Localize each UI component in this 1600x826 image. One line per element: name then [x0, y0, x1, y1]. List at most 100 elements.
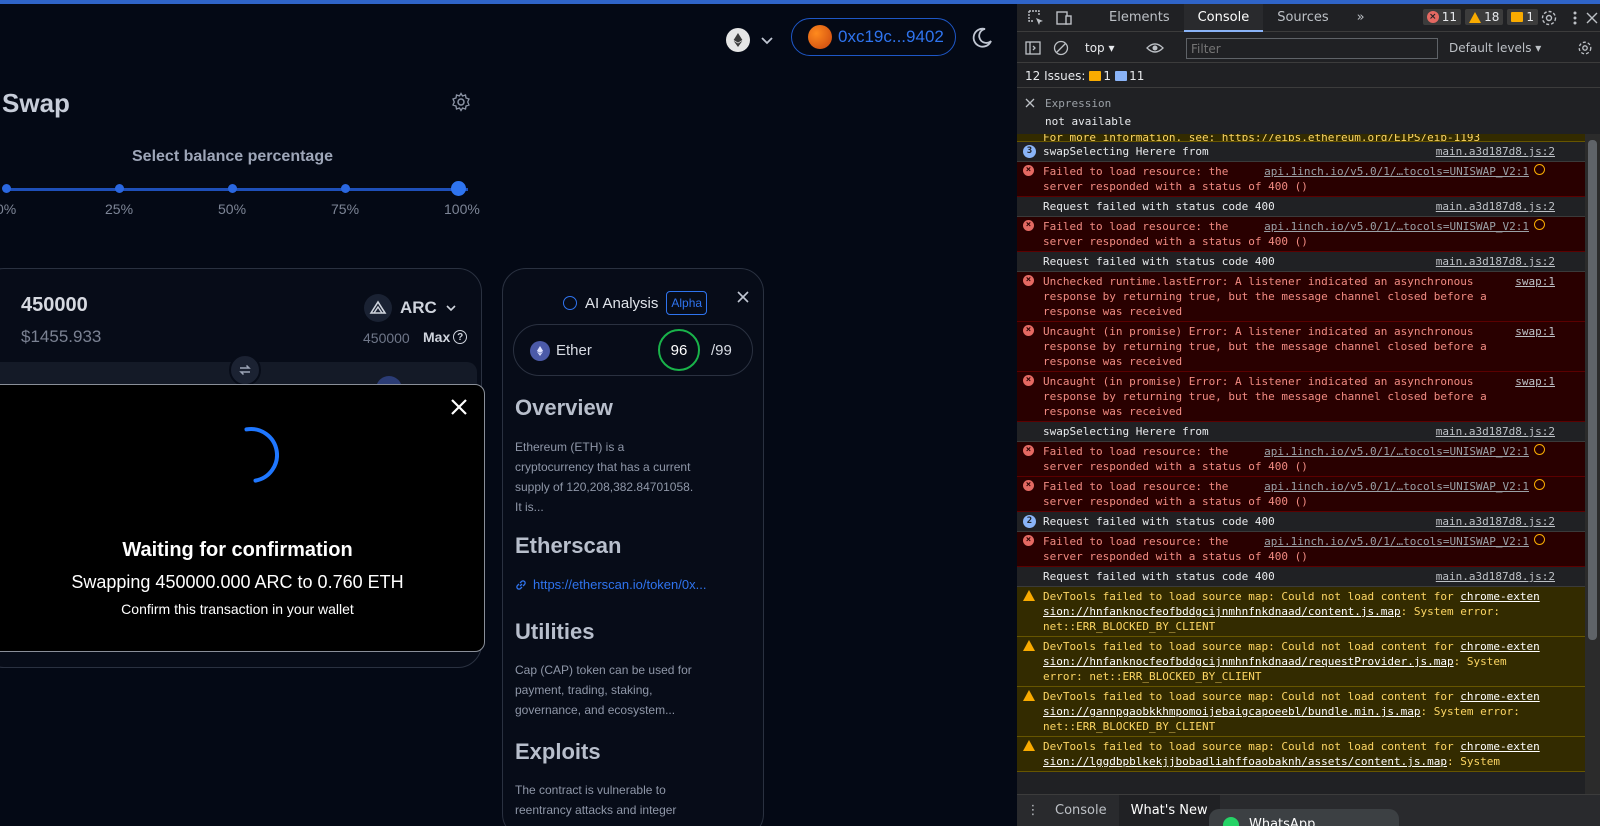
tab-console[interactable]: Console — [1183, 4, 1264, 32]
console-row[interactable]: Request failed with status code 400 main.… — [1017, 567, 1585, 587]
kebab-menu-icon[interactable] — [1568, 9, 1582, 27]
console-row[interactable]: × api.1inch.io/v5.0/1/…tocols=UNISWAP_V2… — [1017, 532, 1585, 567]
context-selector[interactable]: top ▾ — [1085, 41, 1115, 55]
source-link[interactable]: main.a3d187d8.js:2 — [1436, 199, 1555, 214]
source-link[interactable]: main.a3d187d8.js:2 — [1436, 514, 1555, 529]
network-panel-icon[interactable] — [1534, 444, 1545, 455]
tab-elements[interactable]: Elements — [1095, 4, 1184, 32]
ai-token-score: Ether 96 /99 — [513, 324, 753, 376]
balance-slider-track[interactable] — [6, 188, 468, 191]
resource-url[interactable]: api.1inch.io/v5.0/1/…tocols=UNISWAP_V2:1 — [1264, 444, 1529, 459]
slider-stop-100[interactable] — [451, 181, 466, 196]
notification-title: WhatsApp — [1249, 817, 1316, 826]
close-icon[interactable] — [736, 290, 750, 304]
console-row[interactable]: × api.1inch.io/v5.0/1/…tocols=UNISWAP_V2… — [1017, 477, 1585, 512]
slider-stop-25[interactable] — [115, 184, 124, 193]
scrollbar-thumb[interactable] — [1588, 140, 1597, 640]
etherscan-title: Etherscan — [515, 533, 622, 558]
console-row[interactable]: × Uncaught (in promise) Error: A listener… — [1017, 372, 1585, 422]
warning-icon — [1469, 11, 1482, 23]
warning-counter[interactable]: 18 — [1465, 9, 1504, 25]
console-row[interactable]: swapSelecting Herere from main.a3d187d8.j… — [1017, 422, 1585, 442]
console-row[interactable]: DevTools failed to load source map: Coul… — [1017, 687, 1585, 737]
source-link[interactable]: main.a3d187d8.js:2 — [1436, 254, 1555, 269]
console-row[interactable]: × api.1inch.io/v5.0/1/…tocols=UNISWAP_V2… — [1017, 442, 1585, 477]
whatsapp-notification[interactable]: WhatsApp — [1209, 809, 1399, 826]
etherscan-link[interactable]: https://etherscan.io/token/0x... — [515, 577, 706, 592]
resource-url[interactable]: api.1inch.io/v5.0/1/…tocols=UNISWAP_V2:1 — [1264, 534, 1529, 549]
issues-warn-chip[interactable]: 1 — [1089, 69, 1111, 83]
sidebar-toggle-icon[interactable] — [1025, 40, 1041, 56]
confirmation-modal: Waiting for confirmation Swapping 450000… — [0, 384, 485, 652]
drawer-tab-console[interactable]: Console — [1043, 795, 1119, 826]
console-row[interactable]: × Unchecked runtime.lastError: A listener… — [1017, 272, 1585, 322]
devtools-settings-icon[interactable] — [1540, 9, 1558, 27]
warning-icon — [1023, 690, 1035, 701]
source-link[interactable]: swap:1 — [1515, 274, 1555, 289]
resource-url[interactable]: api.1inch.io/v5.0/1/…tocols=UNISWAP_V2:1 — [1264, 479, 1529, 494]
slider-label-75: 75% — [331, 201, 360, 217]
issues-info-chip[interactable]: 11 — [1115, 69, 1144, 83]
network-panel-icon[interactable] — [1534, 479, 1545, 490]
inspect-element-icon[interactable] — [1027, 9, 1045, 27]
wallet-address-button[interactable]: 0xc19c...9402 — [791, 18, 956, 56]
swap-direction-button[interactable] — [229, 354, 261, 386]
network-panel-icon[interactable] — [1534, 534, 1545, 545]
console-row[interactable]: Request failed with status code 400 main.… — [1017, 252, 1585, 272]
log-levels-dropdown[interactable]: Default levels ▾ — [1449, 41, 1541, 55]
console-row[interactable]: × api.1inch.io/v5.0/1/…tocols=UNISWAP_V2… — [1017, 162, 1585, 197]
console-settings-icon[interactable] — [1577, 40, 1593, 56]
error-counter[interactable]: × 11 — [1422, 9, 1462, 25]
kebab-menu-icon[interactable]: ⋮ — [1023, 803, 1043, 818]
help-icon[interactable]: ? — [453, 330, 468, 344]
issues-bar[interactable]: 12 Issues: 1 11 — [1017, 64, 1600, 88]
console-row[interactable]: 3 swapSelecting Herere from main.a3d187d8.… — [1017, 142, 1585, 162]
error-icon: × — [1023, 480, 1034, 491]
info-counter[interactable]: 1 — [1507, 9, 1538, 25]
source-link[interactable]: swap:1 — [1515, 374, 1555, 389]
console-row[interactable]: Request failed with status code 400 main.… — [1017, 197, 1585, 217]
max-button[interactable]: Max ? — [423, 329, 468, 345]
error-message: Unchecked runtime.lastError: A listener … — [1043, 275, 1494, 318]
console-toolbar: top ▾ Default levels ▾ — [1017, 33, 1600, 63]
slider-stop-50[interactable] — [228, 184, 237, 193]
clear-console-icon[interactable] — [1053, 40, 1069, 56]
source-link[interactable]: main.a3d187d8.js:2 — [1436, 569, 1555, 584]
settings-gear-icon[interactable] — [451, 92, 471, 112]
eye-icon[interactable] — [1146, 40, 1164, 56]
console-row[interactable]: 2 Request failed with status code 400 main… — [1017, 512, 1585, 532]
resource-url[interactable]: api.1inch.io/v5.0/1/…tocols=UNISWAP_V2:1 — [1264, 164, 1529, 179]
console-row[interactable]: DevTools failed to load source map: Coul… — [1017, 587, 1585, 637]
network-panel-icon[interactable] — [1534, 219, 1545, 230]
close-icon[interactable] — [449, 397, 469, 417]
console-row[interactable]: DevTools failed to load source map: Coul… — [1017, 737, 1585, 772]
network-panel-icon[interactable] — [1534, 164, 1545, 175]
close-icon[interactable] — [1586, 12, 1598, 24]
utilities-text: Cap (CAP) token can be used for payment,… — [515, 663, 692, 717]
slider-stop-0[interactable] — [2, 184, 11, 193]
close-icon[interactable] — [1025, 98, 1035, 108]
drawer-tab-whats-new[interactable]: What's New — [1118, 794, 1220, 826]
console-row[interactable]: DevTools failed to load source map: Coul… — [1017, 637, 1585, 687]
expression-label[interactable]: Expression — [1045, 97, 1111, 110]
device-toolbar-icon[interactable] — [1055, 9, 1073, 27]
console-row[interactable]: × api.1inch.io/v5.0/1/…tocols=UNISWAP_V2… — [1017, 217, 1585, 252]
devtools-panel: Elements Console Sources » × 11 18 1 top … — [1017, 4, 1600, 826]
from-amount[interactable]: 450000 — [21, 294, 88, 317]
issue-counters[interactable]: × 11 18 1 — [1422, 9, 1538, 25]
source-link[interactable]: main.a3d187d8.js:2 — [1436, 424, 1555, 439]
warning-message: DevTools failed to load source map: Coul… — [1043, 590, 1461, 603]
tab-sources[interactable]: Sources — [1263, 4, 1342, 32]
more-tabs-icon[interactable]: » — [1343, 4, 1379, 32]
source-link[interactable]: swap:1 — [1515, 324, 1555, 339]
console-scrollbar[interactable] — [1585, 134, 1600, 794]
network-selector[interactable] — [726, 28, 774, 52]
resource-url[interactable]: api.1inch.io/v5.0/1/…tocols=UNISWAP_V2:1 — [1264, 219, 1529, 234]
slider-stop-75[interactable] — [341, 184, 350, 193]
from-token-selector[interactable]: ARC — [364, 294, 457, 322]
console-row[interactable]: For more information, see: https://eips.… — [1017, 134, 1585, 142]
moon-icon[interactable] — [970, 26, 994, 50]
console-row[interactable]: × Uncaught (in promise) Error: A listener… — [1017, 322, 1585, 372]
source-link[interactable]: main.a3d187d8.js:2 — [1436, 144, 1555, 159]
filter-input[interactable] — [1186, 38, 1438, 59]
